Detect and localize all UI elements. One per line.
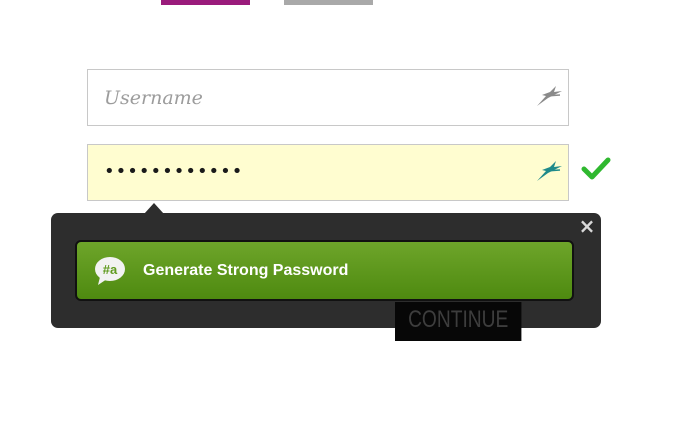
generate-password-label: Generate Strong Password (143, 262, 349, 279)
continue-button[interactable]: CONTINUE (395, 302, 522, 341)
generate-password-button[interactable]: #a Generate Strong Password (75, 240, 574, 301)
close-icon[interactable]: × (578, 216, 596, 236)
password-value: •••••••••••• (104, 161, 244, 182)
password-generator-icon: #a (95, 257, 125, 285)
dashlane-bird-icon[interactable] (534, 159, 564, 185)
username-placeholder: Username (104, 87, 203, 109)
password-field[interactable]: •••••••••••• (87, 144, 569, 201)
tab-active-indicator[interactable] (161, 0, 250, 5)
checkmark-icon (581, 157, 611, 180)
dashlane-bird-icon[interactable] (534, 84, 564, 110)
badge-text: #a (103, 262, 118, 277)
tab-inactive-indicator[interactable] (284, 0, 373, 5)
username-field[interactable]: Username (87, 69, 569, 126)
popup-pointer (144, 203, 164, 214)
